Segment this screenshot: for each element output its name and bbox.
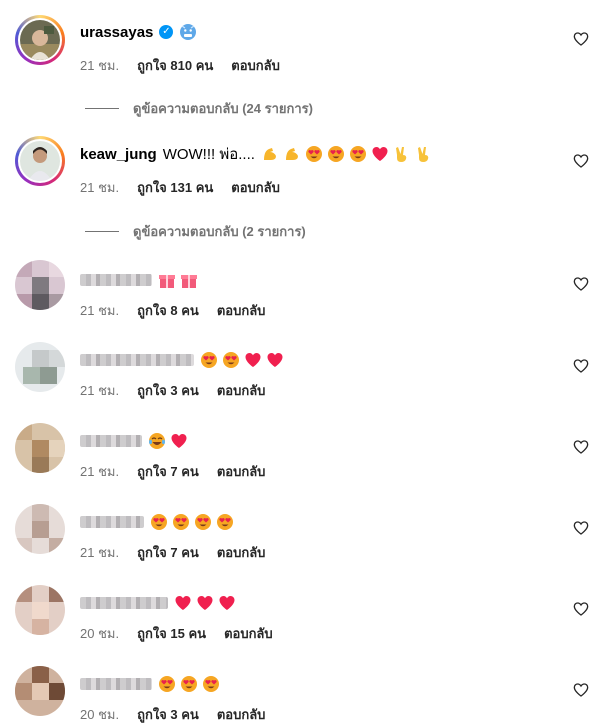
heart-eyes-icon [349,145,367,163]
comment-emojis [158,675,220,693]
cold-face-icon [179,23,197,41]
heart-eyes-icon [180,675,198,693]
comment-emojis [174,594,236,612]
tears-of-joy-icon [148,432,166,450]
likes-count[interactable]: ถูกใจ 810 คน [137,55,213,76]
likes-count[interactable]: ถูกใจ 3 คน [137,704,199,725]
likes-count[interactable]: ถูกใจ 7 คน [137,542,199,563]
red-heart-icon [174,594,192,612]
reply-button[interactable]: ตอบกลับ [217,461,266,482]
avatar[interactable] [15,423,65,473]
victory-hand-icon [393,145,411,163]
comment-item: urassayas ✓ 21 ชม. ถูกใจ 810 คน ตอบกลับ … [0,0,600,120]
view-replies-button[interactable]: ดูข้อความตอบกลับ (24 รายการ) [85,98,313,119]
heart-eyes-icon [222,351,240,369]
username-obscured[interactable] [80,435,142,447]
heart-outline-icon[interactable] [573,439,589,455]
gift-icon [180,271,198,289]
comment-time: 20 ชม. [80,707,120,722]
username-obscured[interactable] [80,678,152,690]
heart-outline-icon[interactable] [573,601,589,617]
reply-button[interactable]: ตอบกลับ [231,177,280,198]
comment-item: 21 ชม. ถูกใจ 3 คน ตอบกลับ [0,340,600,410]
comment-time: 21 ชม. [80,180,120,195]
divider [85,231,119,232]
comment-emojis [179,23,197,41]
heart-outline-icon[interactable] [573,520,589,536]
avatar[interactable] [15,260,65,310]
heart-eyes-icon [172,513,190,531]
reply-button[interactable]: ตอบกลับ [224,623,273,644]
red-heart-icon [266,351,284,369]
reply-button[interactable]: ตอบกลับ [217,704,266,725]
muscle-icon [283,145,301,163]
heart-eyes-icon [200,351,218,369]
comment-time: 20 ชม. [80,626,120,641]
red-heart-icon [244,351,262,369]
view-replies-label: ดูข้อความตอบกลับ (2 รายการ) [133,224,306,239]
red-heart-icon [196,594,214,612]
red-heart-icon [170,432,188,450]
comment-time: 21 ชม. [80,303,120,318]
heart-outline-icon[interactable] [573,31,589,47]
comment-time: 21 ชม. [80,464,120,479]
comment-time: 21 ชม. [80,58,120,73]
reply-button[interactable]: ตอบกลับ [217,542,266,563]
heart-eyes-icon [305,145,323,163]
comment-item: 21 ชม. ถูกใจ 8 คน ตอบกลับ [0,258,600,328]
view-replies-label: ดูข้อความตอบกลับ (24 รายการ) [133,101,313,116]
comment-emojis [261,145,433,163]
username-obscured[interactable] [80,597,168,609]
reply-button[interactable]: ตอบกลับ [231,55,280,76]
reply-button[interactable]: ตอบกลับ [217,300,266,321]
avatar[interactable] [15,504,65,554]
likes-count[interactable]: ถูกใจ 8 คน [137,300,199,321]
username-obscured[interactable] [80,274,152,286]
verified-badge-icon: ✓ [159,25,174,39]
comment-item: 21 ชม. ถูกใจ 7 คน ตอบกลับ [0,421,600,491]
comment-text: WOW!!! พ่อ.... [162,146,255,163]
gift-icon [158,271,176,289]
heart-outline-icon[interactable] [573,276,589,292]
heart-eyes-icon [194,513,212,531]
likes-count[interactable]: ถูกใจ 3 คน [137,380,199,401]
likes-count[interactable]: ถูกใจ 7 คน [137,461,199,482]
comment-time: 21 ชม. [80,545,120,560]
heart-eyes-icon [158,675,176,693]
muscle-icon [261,145,279,163]
comment-emojis [200,351,284,369]
avatar[interactable] [15,15,65,65]
comment-item: 20 ชม. ถูกใจ 15 คน ตอบกลับ [0,583,600,653]
comment-emojis [150,513,234,531]
heart-eyes-icon [216,513,234,531]
comment-item: keaw_jung WOW!!! พ่อ.... 21 ชม. ถูกใจ 13… [0,133,600,243]
avatar[interactable] [15,666,65,716]
username[interactable]: urassayas [80,24,153,41]
heart-outline-icon[interactable] [573,358,589,374]
comment-emojis [148,432,188,450]
avatar[interactable] [15,342,65,392]
victory-hand-icon [415,145,433,163]
comment-emojis [158,271,198,289]
view-replies-button[interactable]: ดูข้อความตอบกลับ (2 รายการ) [85,221,306,242]
username-obscured[interactable] [80,354,194,366]
username-obscured[interactable] [80,516,144,528]
heart-outline-icon[interactable] [573,153,589,169]
comment-item: 21 ชม. ถูกใจ 7 คน ตอบกลับ [0,502,600,572]
avatar[interactable] [15,136,65,186]
heart-eyes-icon [150,513,168,531]
heart-eyes-icon [202,675,220,693]
reply-button[interactable]: ตอบกลับ [217,380,266,401]
likes-count[interactable]: ถูกใจ 15 คน [137,623,206,644]
comment-time: 21 ชม. [80,383,120,398]
heart-outline-icon[interactable] [573,682,589,698]
avatar[interactable] [15,585,65,635]
red-heart-icon [218,594,236,612]
likes-count[interactable]: ถูกใจ 131 คน [137,177,213,198]
comment-item: 20 ชม. ถูกใจ 3 คน ตอบกลับ [0,664,600,722]
username[interactable]: keaw_jung [80,146,157,163]
heart-eyes-icon [327,145,345,163]
red-heart-icon [371,145,389,163]
divider [85,108,119,109]
